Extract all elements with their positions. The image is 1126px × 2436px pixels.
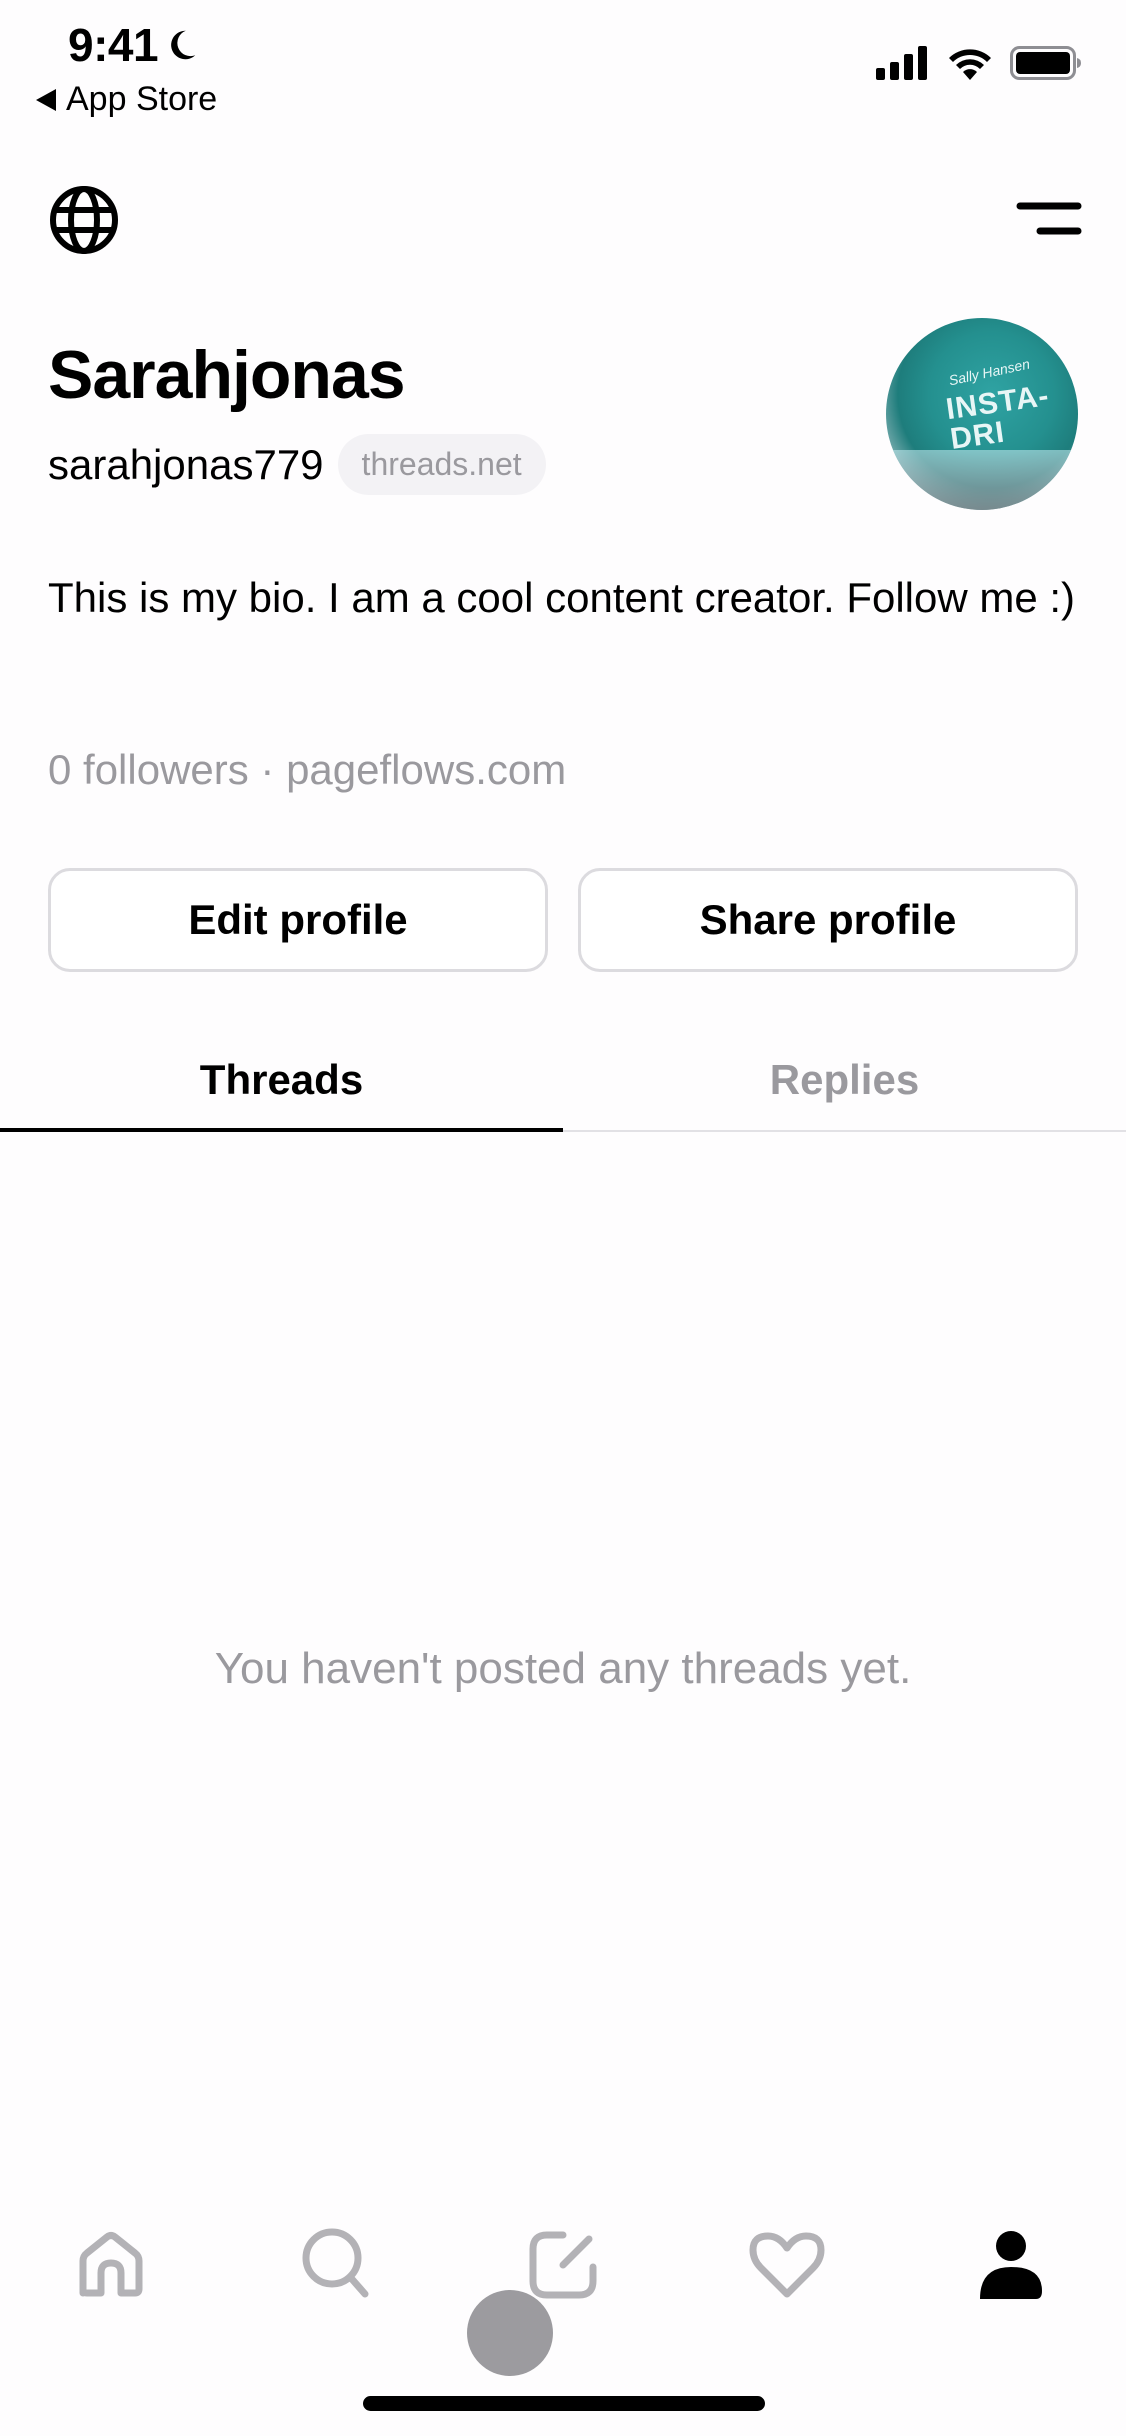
time-text: 9:41: [68, 19, 159, 71]
moon-icon: [171, 30, 196, 60]
nav-profile[interactable]: [966, 2220, 1056, 2310]
domain-badge[interactable]: threads.net: [337, 434, 546, 495]
avatar-label-text: INSTA- DRI: [944, 379, 1055, 456]
battery-icon: [1010, 46, 1081, 80]
home-indicator[interactable]: [363, 2396, 765, 2411]
profile-tabs: Threads Replies: [0, 1030, 1126, 1132]
menu-button[interactable]: [1014, 196, 1084, 246]
edit-profile-button[interactable]: Edit profile: [48, 868, 548, 972]
menu-icon: [1016, 202, 1082, 235]
touch-indicator: [467, 2290, 553, 2376]
empty-state-message: You haven't posted any threads yet.: [214, 1644, 912, 1693]
bio: This is my bio. I am a cool content crea…: [48, 574, 1076, 621]
wifi-icon: [949, 49, 991, 80]
handle-row: sarahjonas779 threads.net: [48, 434, 546, 495]
search-icon: [302, 2228, 369, 2298]
cellular-signal-icon: [876, 46, 927, 80]
status-time: 9:41: [68, 18, 200, 72]
avatar[interactable]: Sally Hansen INSTA- DRI: [886, 318, 1078, 510]
username: sarahjonas779: [48, 440, 324, 488]
back-to-app-store[interactable]: App Store: [36, 80, 217, 119]
person-icon: [980, 2231, 1042, 2299]
profile-screen: 9:41 App Store Sarahjonas sarahjonas779 …: [0, 0, 1126, 2436]
tab-replies[interactable]: Replies: [563, 1030, 1126, 1130]
nav-home[interactable]: [66, 2220, 156, 2310]
globe-icon: [50, 186, 118, 254]
back-triangle-icon: [36, 88, 56, 111]
followers-and-link[interactable]: 0 followers · pageflows.com: [48, 746, 566, 794]
share-profile-button[interactable]: Share profile: [578, 868, 1078, 972]
display-name: Sarahjonas: [48, 337, 406, 413]
nav-activity[interactable]: [742, 2220, 832, 2310]
avatar-glass-reflection: [886, 450, 1078, 510]
bottom-nav: [0, 2220, 1126, 2310]
nav-search[interactable]: [292, 2220, 382, 2310]
compose-icon: [529, 2231, 597, 2299]
back-app-label: App Store: [66, 80, 218, 118]
globe-button[interactable]: [48, 184, 120, 256]
tab-threads[interactable]: Threads: [0, 1030, 563, 1132]
home-icon: [79, 2232, 143, 2297]
status-indicators: [876, 46, 1082, 80]
heart-icon: [749, 2232, 825, 2298]
